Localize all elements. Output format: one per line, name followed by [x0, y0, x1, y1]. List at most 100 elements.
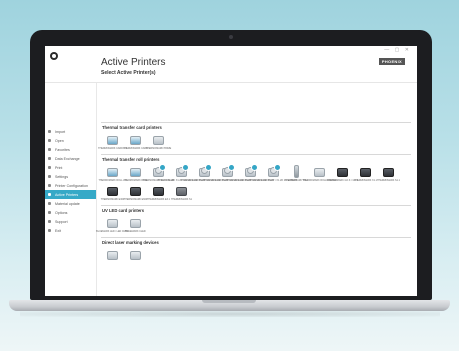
printer-card[interactable]: THERMOMARK X1.1: [354, 165, 377, 182]
sidebar-item-label: Data Exchange: [55, 156, 80, 161]
sidebar-item-icon: [48, 211, 51, 214]
sidebar-item-icon: [48, 148, 51, 151]
header-divider: [45, 82, 417, 83]
sidebar-item-icon: [48, 166, 51, 169]
printer-icon: [244, 164, 258, 178]
section-title: UV LED card printers: [102, 208, 145, 213]
sidebar-item-icon: [48, 175, 51, 178]
printer-icon: [106, 165, 119, 178]
printer-icon: [106, 248, 119, 261]
printer-caption: THERMOMARK S1.1: [377, 179, 400, 182]
printer-body: [153, 187, 164, 196]
sidebar-item-active-printers[interactable]: Active Printers: [45, 190, 96, 199]
printer-body: [360, 168, 371, 177]
printer-body: [107, 168, 118, 177]
section-title: Thermal transfer roll printers: [102, 157, 160, 162]
laptop-base: [9, 300, 450, 311]
sidebar-item-material-update[interactable]: Material update: [45, 199, 96, 208]
sidebar-item-open[interactable]: Open: [45, 136, 96, 145]
printer-icon: [106, 133, 119, 146]
sidebar-item-label: Options: [55, 210, 68, 215]
printer-caption: BLUEMARK CLED: [125, 230, 146, 233]
printer-body: [130, 136, 141, 145]
sidebar-item-exit[interactable]: Exit: [45, 226, 96, 235]
printer-card[interactable]: THERMOMARK S1: [170, 184, 193, 201]
printer-body: [130, 251, 141, 260]
printer-body: [176, 187, 187, 196]
sidebar-item-icon: [48, 220, 51, 223]
printer-body: [107, 251, 118, 260]
printer-icon: [129, 216, 142, 229]
printer-card[interactable]: THERMOMARK ROLL 2.0: [98, 165, 127, 182]
sidebar-item-print[interactable]: Print: [45, 163, 96, 172]
sidebar-item-icon: [48, 229, 51, 232]
selected-badge-icon: [228, 164, 235, 171]
printer-icon: [359, 165, 372, 178]
laptop-shadow: [20, 311, 440, 317]
sidebar-item-label: Settings: [55, 174, 68, 179]
printer-section: Direct laser marking devices: [101, 237, 411, 264]
printer-icon: [106, 184, 119, 197]
printer-card[interactable]: [101, 248, 124, 262]
sidebar-item-label: Exit: [55, 228, 61, 233]
sidebar-item-settings[interactable]: Settings: [45, 172, 96, 181]
printer-card[interactable]: THERMOMARK E3.1: [147, 184, 170, 201]
printer-body: [337, 168, 348, 177]
printer-grid: [101, 248, 411, 264]
sidebar-item-data-exchange[interactable]: Data Exchange: [45, 154, 96, 163]
printer-body: [314, 168, 325, 177]
printer-icon: [106, 216, 119, 229]
printer-card[interactable]: THERMOMARK E600: [124, 184, 147, 201]
sidebar-item-icon: [48, 157, 51, 160]
app-window: — ▢ ✕ Active Printers Select Active Prin…: [45, 46, 417, 296]
sidebar-item-label: Favorites: [55, 147, 70, 152]
sidebar-item-label: Print: [55, 165, 63, 170]
selected-badge-icon: [159, 164, 166, 171]
printer-card[interactable]: BLUEMARK CLED: [124, 216, 147, 233]
printer-icon: [382, 165, 395, 178]
printer-icon: [129, 184, 142, 197]
printer-icon: [129, 133, 142, 146]
sidebar-item-icon: [48, 202, 51, 205]
printer-icon: [267, 164, 281, 178]
printer-section: UV LED card printers BLUEMARK LED / LED C…: [96, 205, 411, 235]
printer-icon: [152, 133, 165, 146]
printer-icon: [152, 184, 165, 197]
printer-card[interactable]: BLUEMARK LED / LED CMYK: [96, 216, 129, 233]
printer-icon: [313, 165, 326, 178]
printer-card[interactable]: THERMOMARK E300: [101, 184, 124, 201]
sidebar-item-favorites[interactable]: Favorites: [45, 145, 96, 154]
sidebar-item-support[interactable]: Support: [45, 217, 96, 226]
printer-card[interactable]: THERMOMARK S1.1: [377, 165, 400, 182]
printer-body: [383, 168, 394, 177]
printer-body: [107, 219, 118, 228]
printer-card[interactable]: THERMOMARK GO.K / GO.K: [327, 165, 358, 182]
printer-caption: THERMOMARK E300: [100, 198, 125, 201]
window-controls[interactable]: — ▢ ✕: [384, 47, 411, 53]
sidebar-item-icon: [48, 184, 51, 187]
sidebar-item-label: Material update: [55, 201, 80, 206]
printer-card[interactable]: THERMOMARK PRIME: [146, 133, 171, 150]
section-title: Direct laser marking devices: [102, 240, 159, 245]
selected-badge-icon: [274, 164, 281, 171]
printer-caption: THERMOMARK E600: [123, 198, 148, 201]
printer-caption: THERMOMARK S1: [171, 198, 192, 201]
sidebar-item-import[interactable]: Import: [45, 127, 96, 136]
sidebar-item-options[interactable]: Options: [45, 208, 96, 217]
printer-icon: [129, 248, 142, 261]
app-logo-icon: [50, 52, 58, 60]
printer-grid: THERMOMARK ROLL 2.0 THERMOMARK ROLL THERMO…: [98, 164, 411, 203]
printer-icon: [129, 165, 142, 178]
printer-body: [153, 136, 164, 145]
printer-card[interactable]: THERMOMARK X1.2R / X1.2R 2.0 EXPERT: [250, 164, 297, 182]
printer-caption: THERMOMARK X1.1: [354, 179, 377, 182]
printer-card[interactable]: [124, 248, 147, 262]
sidebar-item-printer-configuration[interactable]: Printer Configuration: [45, 181, 96, 190]
printer-icon: [175, 184, 188, 197]
printer-caption: THERMOMARK CARD: [123, 147, 148, 150]
printer-caption: THERMOMARK ROLL 2.0: [98, 179, 127, 182]
section-title: Thermal transfer card printers: [102, 125, 162, 130]
laptop-bezel: — ▢ ✕ Active Printers Select Active Prin…: [30, 30, 432, 300]
printer-card[interactable]: THERMOMARK CARD 2.0: [98, 133, 127, 150]
printer-card[interactable]: THERMOMARK CARD: [123, 133, 148, 150]
